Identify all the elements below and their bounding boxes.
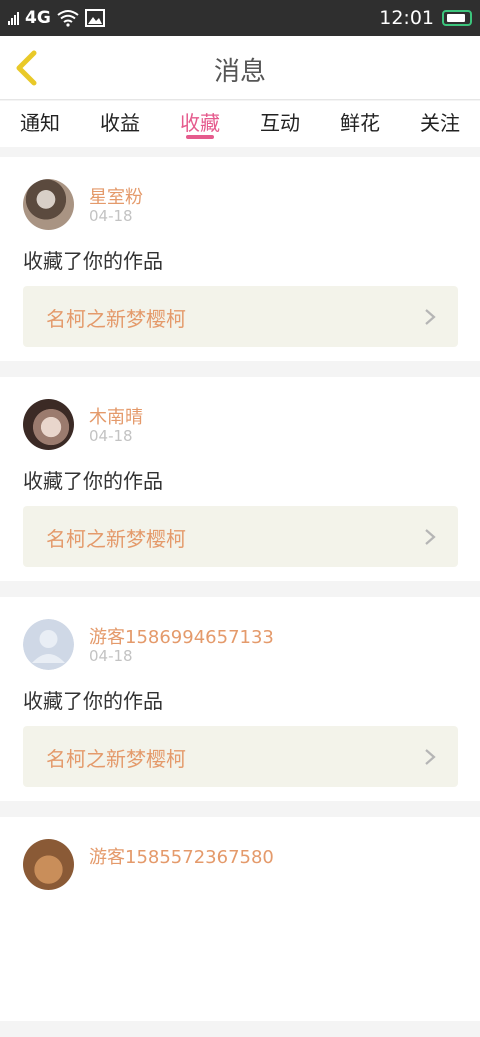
list-item: 星室粉 04-18 收藏了你的作品 名柯之新梦樱柯 [0,157,480,361]
default-user-icon[interactable] [23,619,74,670]
work-link[interactable]: 名柯之新梦樱柯 [23,726,458,787]
username[interactable]: 星室粉 [89,183,143,209]
page-title: 消息 [213,57,266,87]
clock: 12:01 [379,7,434,29]
work-title: 名柯之新梦樱柯 [46,527,186,551]
work-link[interactable]: 名柯之新梦樱柯 [23,506,458,567]
username[interactable]: 游客1586994657133 [89,623,274,649]
avatar[interactable] [23,839,74,890]
action-text: 收藏了你的作品 [23,249,163,273]
date: 04-18 [89,427,133,445]
chevron-right-icon [425,309,436,325]
message-list: 星室粉 04-18 收藏了你的作品 名柯之新梦樱柯 木南晴 04-18 收藏了你… [0,157,480,1037]
tab-earnings[interactable]: 收益 [100,101,140,147]
image-icon [84,9,105,27]
list-item: 游客1586994657133 04-18 收藏了你的作品 名柯之新梦樱柯 [0,597,480,801]
network-label: 4G [25,8,51,28]
list-item: 游客1585572367580 [0,817,480,1021]
battery-icon [442,10,472,26]
tab-interactions[interactable]: 互动 [260,101,300,147]
message-tabs: 通知 收益 收藏 互动 鲜花 关注 [0,101,480,147]
username[interactable]: 游客1585572367580 [89,843,274,869]
tab-flowers[interactable]: 鲜花 [340,101,380,147]
work-title: 名柯之新梦樱柯 [46,307,186,331]
action-text: 收藏了你的作品 [23,469,163,493]
chevron-right-icon [425,529,436,545]
list-item: 木南晴 04-18 收藏了你的作品 名柯之新梦樱柯 [0,377,480,581]
tab-notifications[interactable]: 通知 [20,101,60,147]
username[interactable]: 木南晴 [89,403,143,429]
wifi-icon [57,10,79,27]
date: 04-18 [89,207,133,225]
app-header: 消息 [0,36,480,100]
work-title: 名柯之新梦樱柯 [46,747,186,771]
work-link[interactable]: 名柯之新梦樱柯 [23,286,458,347]
tab-follows[interactable]: 关注 [420,101,460,147]
status-bar: 4G 12:01 [0,0,480,36]
tab-favorites[interactable]: 收藏 [180,101,220,147]
signal-icon [8,11,19,25]
date: 04-18 [89,647,133,665]
avatar[interactable] [23,399,74,450]
avatar[interactable] [23,179,74,230]
chevron-right-icon [425,749,436,765]
action-text: 收藏了你的作品 [23,689,163,713]
